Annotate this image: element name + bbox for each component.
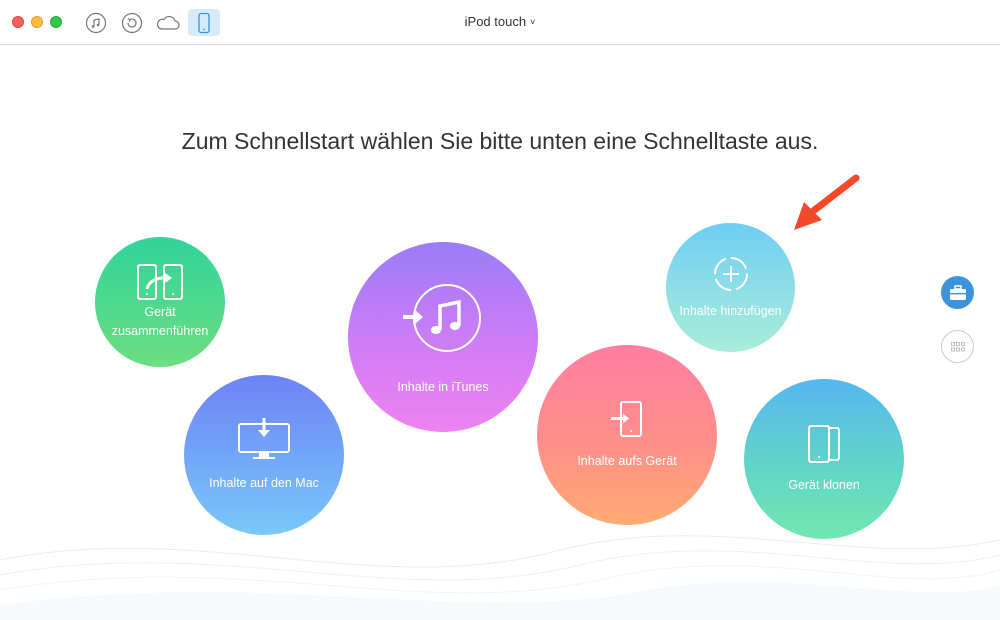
- chevron-down-icon: ˅: [530, 17, 536, 27]
- clone-device-label: Gerät klonen: [788, 477, 860, 492]
- device-selector[interactable]: iPod touch ˅: [0, 14, 1000, 29]
- content-to-itunes-button[interactable]: Inhalte in iTunes: [348, 242, 538, 432]
- toolbox-icon: [949, 284, 966, 300]
- itunes-import-icon: [403, 283, 481, 352]
- monitor-download-icon: [238, 417, 290, 459]
- content-to-mac-label: Inhalte auf den Mac: [209, 475, 319, 490]
- device-import-icon: [611, 400, 642, 437]
- merge-device-button[interactable]: Gerät zusammenführen: [95, 237, 225, 367]
- content-to-itunes-label: Inhalte in iTunes: [397, 379, 489, 394]
- more-tools-button[interactable]: [941, 330, 974, 363]
- content-to-mac-button[interactable]: Inhalte auf den Mac: [184, 375, 344, 535]
- page-title: Zum Schnellstart wählen Sie bitte unten …: [181, 128, 819, 154]
- title-bar: iPod touch ˅: [0, 0, 1000, 45]
- add-content-label: Inhalte hinzufügen: [679, 304, 782, 318]
- device-name: iPod touch: [464, 14, 527, 29]
- add-content-button[interactable]: Inhalte hinzufügen: [666, 223, 795, 352]
- toolbox-button[interactable]: [941, 276, 974, 309]
- merge-device-label: Gerät zusammenführen: [111, 305, 209, 338]
- add-content-icon: [713, 257, 748, 291]
- clone-icon: [808, 424, 840, 463]
- grid-icon: [950, 341, 965, 351]
- red-arrow-icon: [794, 174, 860, 230]
- content-to-device-button[interactable]: Inhalte aufs Gerät: [537, 345, 717, 525]
- clone-device-button[interactable]: Gerät klonen: [744, 379, 904, 539]
- content-to-device-label: Inhalte aufs Gerät: [577, 453, 677, 468]
- merge-icon: [137, 264, 183, 300]
